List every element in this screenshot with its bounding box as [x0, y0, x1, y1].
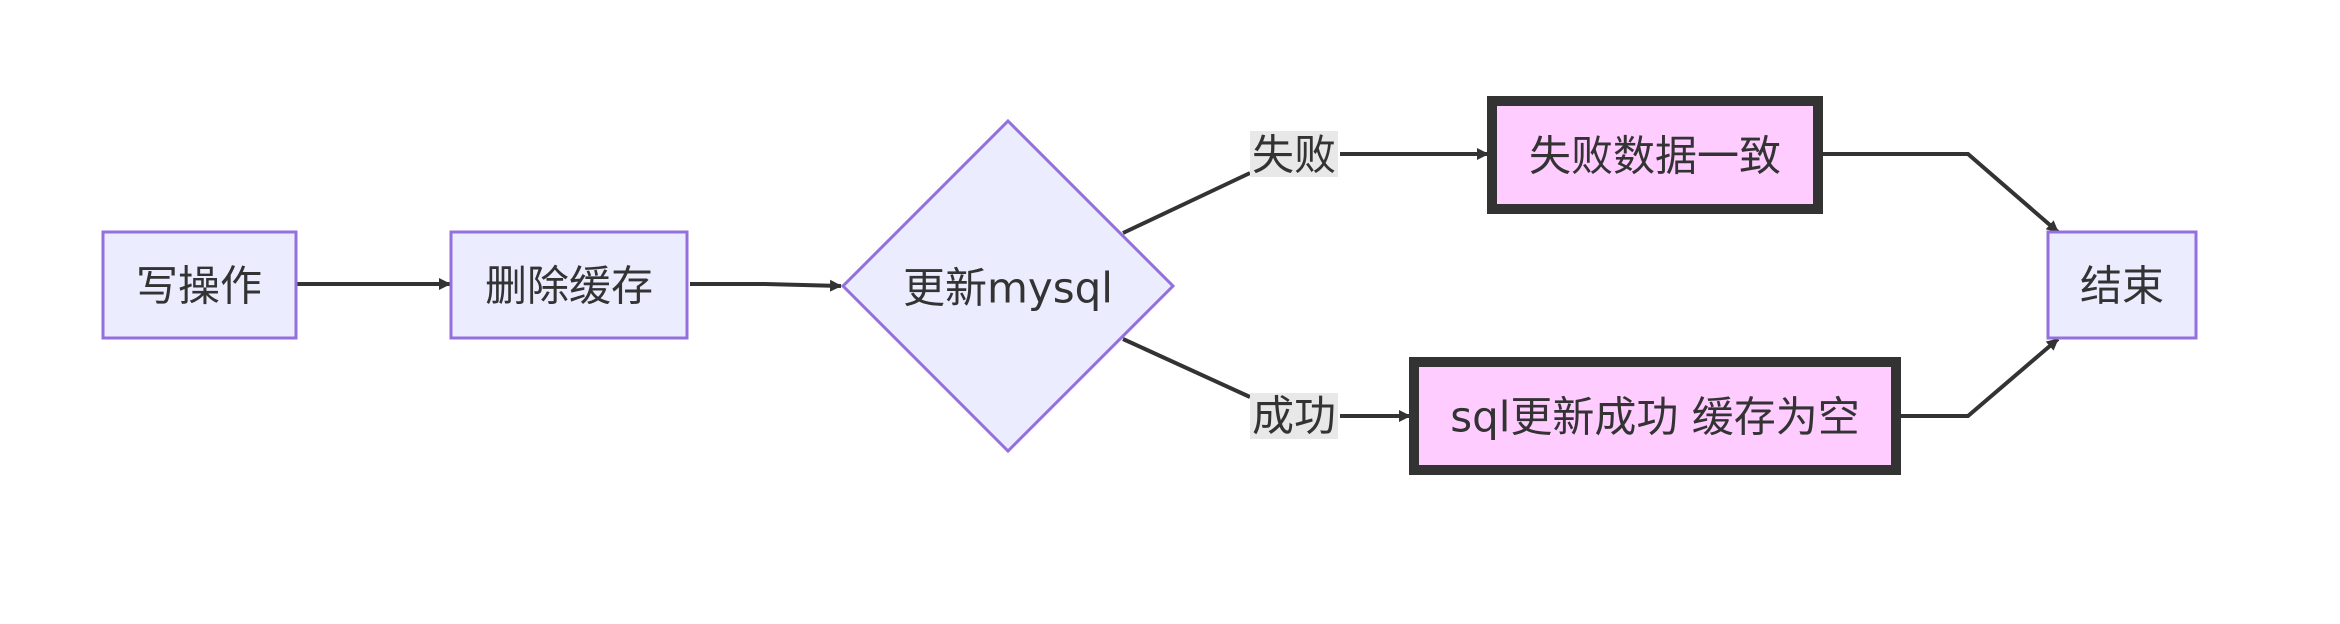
node-delete-cache: 删除缓存: [449, 230, 689, 340]
edge-delete-to-update: [690, 279, 842, 292]
edge-label-fail: 失败: [1250, 131, 1338, 180]
flowchart: 失败 成功 写操作 删除缓存 更新mysql 失败数据一致 sql更新成功 缓存…: [101, 96, 2198, 475]
node-update-mysql: 更新mysql: [840, 118, 1176, 454]
node-fail-consistent-label: 失败数据一致: [1529, 132, 1781, 181]
flowchart-canvas: 失败 成功 写操作 删除缓存 更新mysql 失败数据一致 sql更新成功 缓存…: [0, 0, 2340, 624]
edge-fail-to-end: [1820, 152, 2060, 234]
node-write-op: 写操作: [101, 230, 298, 340]
edge-label-success-text: 成功: [1252, 392, 1336, 441]
node-success-empty: sql更新成功 缓存为空: [1409, 357, 1901, 475]
node-end-label: 结束: [2080, 262, 2164, 311]
edge-update-to-fail-label: [1122, 171, 1251, 235]
node-success-empty-label: sql更新成功 缓存为空: [1450, 393, 1860, 442]
node-delete-cache-label: 删除缓存: [485, 262, 653, 311]
edge-label-success: 成功: [1250, 392, 1338, 441]
edge-update-to-success-label: [1122, 337, 1251, 399]
node-write-op-label: 写操作: [136, 262, 262, 311]
edge-success-to-end: [1898, 337, 2060, 418]
edge-label-fail-text: 失败: [1252, 131, 1336, 180]
node-update-mysql-label: 更新mysql: [903, 264, 1113, 313]
node-fail-consistent: 失败数据一致: [1487, 96, 1823, 214]
node-end: 结束: [2046, 230, 2198, 340]
